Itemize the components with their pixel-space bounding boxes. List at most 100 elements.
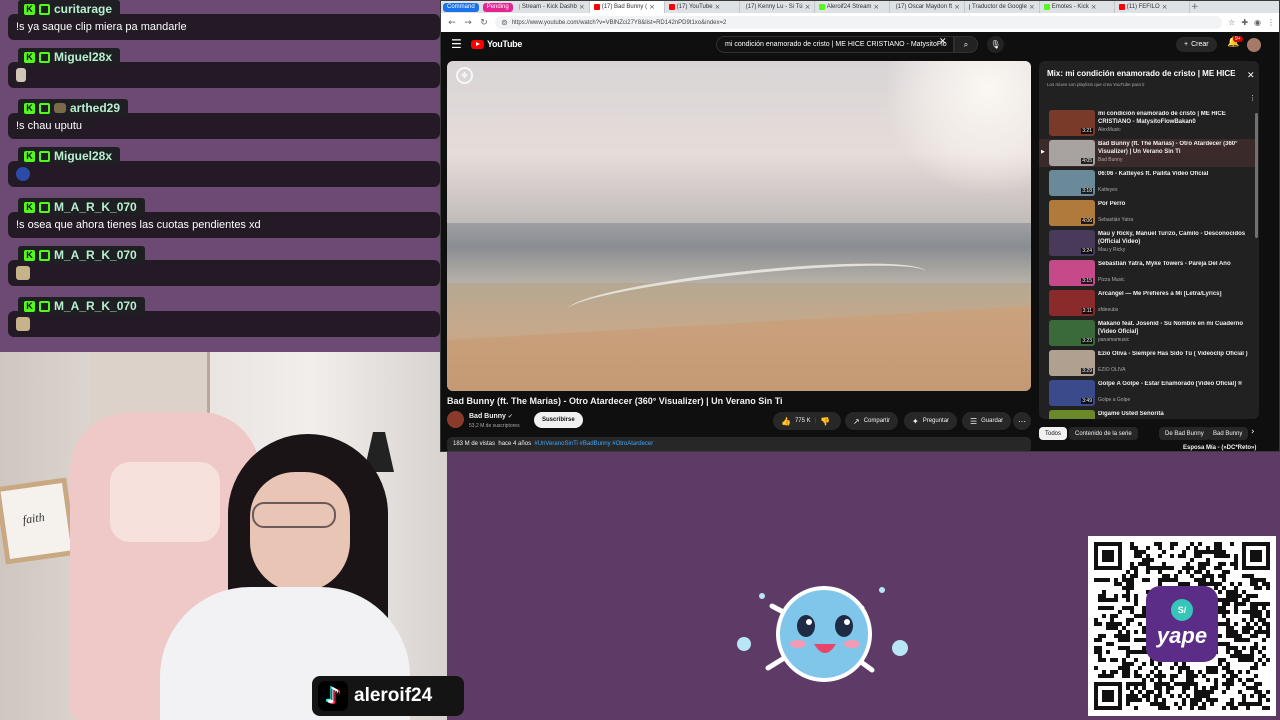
browser-tab[interactable]: Traductor de Google × [965, 1, 1040, 13]
ask-button[interactable]: ✦ Preguntar [904, 412, 958, 430]
playlist-item[interactable]: 3:15 Sebastián Yatra, Myke Towers - Parej… [1039, 259, 1255, 287]
more-actions-button[interactable]: ⋯ [1013, 412, 1031, 430]
chat-username-tag[interactable]: Kcuritarage [18, 0, 121, 18]
search-button[interactable]: ⌕ [954, 36, 978, 53]
playlist-thumbnail[interactable]: 3:24 [1049, 230, 1095, 256]
playlist-thumbnail[interactable]: 4:06 [1049, 200, 1095, 226]
playlist-scrollbar[interactable] [1255, 113, 1258, 238]
playlist-more-icon[interactable]: ⋮ [1249, 94, 1256, 102]
tab-close-icon[interactable]: × [715, 3, 721, 11]
browser-tab[interactable]: Emotes - Kick × [1040, 1, 1115, 13]
share-button[interactable]: ↗ Compartir [845, 412, 899, 430]
playlist-item[interactable]: 3:23 Makano feat. Josenid - Su Nombre en … [1039, 319, 1255, 347]
playlist-item[interactable]: 3:21 mi condición enamorado de cristo | M… [1039, 109, 1255, 137]
search-input[interactable]: mi condición enamorado de cristo | ME HI… [716, 36, 954, 53]
clear-search-icon[interactable]: ✕ [939, 37, 947, 47]
video-player[interactable]: ✥ [447, 61, 1031, 391]
360-navigation-icon[interactable]: ✥ [456, 67, 473, 84]
tab-group[interactable]: Command [443, 2, 479, 12]
playlist-item[interactable]: 3:29 Ezio Oliva - Siempre Has Sido Tú ( V… [1039, 349, 1255, 377]
dislike-icon[interactable]: 👎 [820, 417, 830, 426]
next-related-title[interactable]: Esposa Mía - (»DC*Reto») [1183, 445, 1256, 451]
playlist-item[interactable]: ▶ 4:05 Bad Bunny (ft. The Marias) - Otro A… [1039, 139, 1255, 167]
account-avatar[interactable] [1247, 38, 1261, 52]
channel-name-row[interactable]: Bad Bunny ✔ [469, 413, 513, 420]
like-icon[interactable]: 👍 [781, 417, 791, 426]
tab-close-icon[interactable]: × [649, 3, 655, 11]
chips-next-icon[interactable]: › [1251, 427, 1255, 437]
tab-close-icon[interactable]: × [1091, 3, 1097, 11]
playlist-item[interactable]: 3:24 Mau y Ricky, Manuel Turizo, Camilo -… [1039, 229, 1255, 257]
tab-close-icon[interactable]: × [579, 3, 585, 11]
forward-icon[interactable]: → [463, 18, 473, 28]
create-button[interactable]: + Crear [1176, 37, 1217, 52]
filter-chip[interactable]: De Bad Bunny [1159, 427, 1210, 440]
playlist-video-title: Dígame Usted Señorita [1098, 411, 1164, 417]
browser-tab[interactable]: (17) Kenny Lu - Si Tú × [740, 1, 815, 13]
channel-avatar[interactable] [447, 411, 464, 428]
tab-close-icon[interactable]: × [1162, 3, 1168, 11]
browser-tab[interactable]: Aleroif24 Stream × [815, 1, 890, 13]
profile-icon[interactable]: ◉ [1254, 18, 1261, 27]
youtube-logo[interactable]: YouTube [471, 39, 522, 49]
playlist-thumbnail[interactable] [1049, 410, 1095, 419]
tab-title: (17) YouTube [676, 4, 713, 10]
address-bar[interactable]: ⊚ https://www.youtube.com/watch?v=VBlNZc… [495, 16, 1223, 29]
browser-menu-icon[interactable]: ⋮ [1267, 18, 1275, 27]
playlist-item[interactable]: 3:18 06:06 - Katteyes ft. Pailita Video O… [1039, 169, 1255, 197]
playlist-thumbnail[interactable]: 3:23 [1049, 320, 1095, 346]
chat-username-tag[interactable]: K M_A_R_K_070 [18, 297, 145, 315]
playlist-thumbnail[interactable]: 3:49 [1049, 380, 1095, 406]
playlist-item[interactable]: 3:11 Arcangel — Me Prefieres a Mi [Letra/… [1039, 289, 1255, 317]
browser-tab[interactable]: (11) FEFILO × [1115, 1, 1190, 13]
chat-username-tag[interactable]: K Miguel28x [18, 147, 121, 165]
tab-close-icon[interactable]: × [954, 3, 960, 11]
playlist-item[interactable]: 4:06 Por Perro Sebastián Yatra [1039, 199, 1255, 227]
chat-username: Miguel28x [54, 50, 113, 64]
playlist-item[interactable]: 3:49 Golpe A Golpe - Estar Enamorado [Vid… [1039, 379, 1255, 407]
filter-chip[interactable]: Todos [1039, 427, 1068, 440]
description-box[interactable]: 183 M de vistas hace 4 años #UnVeranoSin… [447, 437, 1031, 451]
browser-tab[interactable]: (17) Oscar Maydon ft × [890, 1, 965, 13]
extensions-icon[interactable]: ✚ [1241, 18, 1248, 27]
site-info-icon[interactable]: ⊚ [501, 18, 508, 27]
browser-tab[interactable]: Stream - Kick Dashb × [515, 1, 590, 13]
playlist-thumbnail[interactable]: 3:29 [1049, 350, 1095, 376]
chat-message-text: !s osea que ahora tienes las cuotas pend… [16, 219, 261, 231]
browser-tab[interactable]: (17) Bad Bunny (× [589, 1, 665, 13]
playlist-thumbnail[interactable]: 4:05 [1049, 140, 1095, 166]
subscriber-badge-icon [39, 150, 50, 162]
back-icon[interactable]: ← [447, 18, 457, 28]
voice-search-button[interactable]: 🎙 [987, 36, 1004, 53]
chat-username-tag[interactable]: Karthed29 [18, 99, 129, 117]
playlist-thumbnail[interactable]: 3:21 [1049, 110, 1095, 136]
search-icon: ⌕ [963, 39, 969, 49]
tab-close-icon[interactable]: × [1029, 3, 1035, 11]
tab-close-icon[interactable]: × [873, 3, 879, 11]
url-text: https://www.youtube.com/watch?v=VBlNZci2… [511, 19, 727, 26]
kick-badge-icon: K [24, 300, 35, 312]
close-playlist-icon[interactable]: ✕ [1247, 71, 1255, 81]
browser-tab[interactable]: (17) YouTube × [665, 1, 740, 13]
playlist-thumbnail[interactable]: 3:11 [1049, 290, 1095, 316]
chat-username-tag[interactable]: K M_A_R_K_070 [18, 198, 145, 216]
chat-username-tag[interactable]: K M_A_R_K_070 [18, 246, 145, 264]
description-hashtags[interactable]: #UnVeranoSinTi #BadBunny #OtroAtardecer [534, 441, 653, 447]
filter-chip[interactable]: Contenido de la serie [1069, 427, 1138, 440]
mascot-right-eye [835, 615, 853, 637]
playlist-thumbnail[interactable]: 3:15 [1049, 260, 1095, 286]
hamburger-menu-icon[interactable]: ☰ [451, 37, 462, 51]
tab-group[interactable]: Pending [482, 2, 513, 12]
playlist-item[interactable]: Dígame Usted Señorita [1039, 409, 1255, 419]
bookmark-star-icon[interactable]: ☆ [1228, 18, 1235, 27]
filter-chip[interactable]: Bad Bunny [1207, 427, 1249, 440]
reload-icon[interactable]: ↻ [479, 18, 489, 28]
playlist-video-channel: Bad Bunny [1098, 157, 1123, 163]
subscribe-button[interactable]: Suscribirse [534, 412, 583, 428]
video-duration: 4:06 [1081, 218, 1093, 224]
new-tab-button[interactable]: + [1190, 2, 1200, 12]
playlist-thumbnail[interactable]: 3:18 [1049, 170, 1095, 196]
tab-close-icon[interactable]: × [805, 3, 811, 11]
save-button[interactable]: ☰ Guardar [962, 412, 1012, 430]
chat-username-tag[interactable]: K Miguel28x [18, 48, 121, 66]
